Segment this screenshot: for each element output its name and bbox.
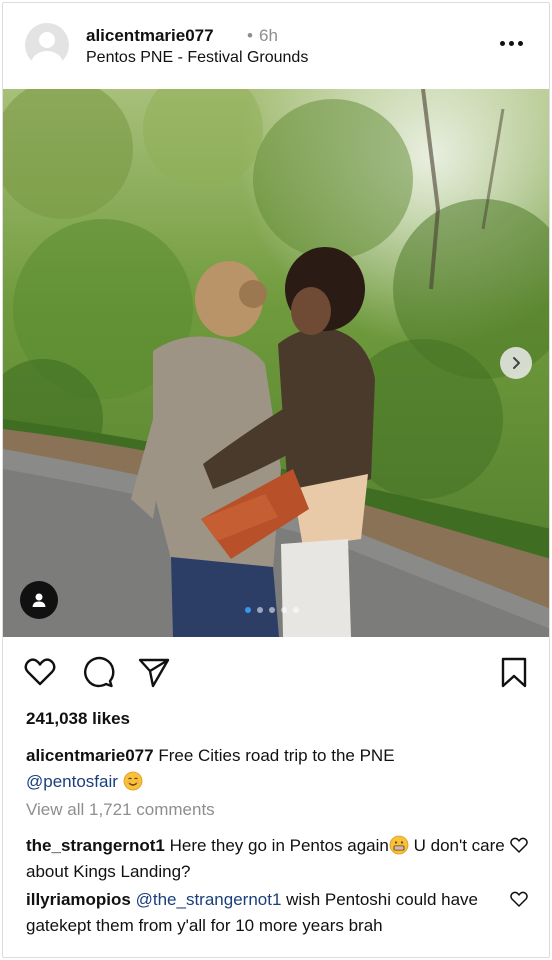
avatar-placeholder-body bbox=[31, 51, 63, 67]
comment-item: illyriamopios @the_strangernot1 wish Pen… bbox=[26, 887, 511, 939]
like-count[interactable]: 241,038 likes bbox=[26, 709, 130, 729]
comment-text: Here they go in Pentos again bbox=[169, 836, 389, 855]
view-all-comments-link[interactable]: View all 1,721 comments bbox=[26, 800, 215, 820]
header-separator: • bbox=[247, 26, 253, 45]
caption-username[interactable]: alicentmarie077 bbox=[26, 746, 154, 765]
more-horizontal-icon[interactable] bbox=[499, 33, 525, 53]
user-tag-button[interactable] bbox=[20, 581, 58, 619]
post-header: alicentmarie077 • 6h Pentos PNE - Festiv… bbox=[3, 3, 549, 89]
send-icon[interactable] bbox=[137, 655, 171, 689]
heart-icon[interactable] bbox=[23, 655, 57, 689]
post-caption: alicentmarie077 Free Cities road trip to… bbox=[26, 743, 526, 795]
comment-heart-icon[interactable] bbox=[509, 835, 529, 855]
comment-item: the_strangernot1 Here they go in Pentos … bbox=[26, 833, 511, 885]
photo-illustration bbox=[3, 89, 549, 637]
carousel-dot bbox=[257, 607, 263, 613]
grimacing-face-emoji bbox=[389, 835, 409, 855]
comment-heart-icon[interactable] bbox=[509, 889, 529, 909]
post-location[interactable]: Pentos PNE - Festival Grounds bbox=[86, 49, 308, 67]
comment-username[interactable]: illyriamopios bbox=[26, 890, 131, 909]
carousel-dot bbox=[281, 607, 287, 613]
carousel-dot bbox=[245, 607, 251, 613]
post-time: 6h bbox=[259, 26, 278, 45]
post-card: alicentmarie077 • 6h Pentos PNE - Festiv… bbox=[2, 2, 550, 958]
carousel-dot bbox=[269, 607, 275, 613]
carousel-dot bbox=[293, 607, 299, 613]
post-photo[interactable] bbox=[3, 89, 549, 637]
comment-icon[interactable] bbox=[81, 655, 115, 689]
post-username[interactable]: alicentmarie077 bbox=[86, 26, 214, 46]
user-tag-icon bbox=[32, 593, 46, 607]
avatar[interactable] bbox=[25, 23, 69, 67]
carousel-next-button[interactable] bbox=[500, 347, 532, 379]
smiling-face-emoji bbox=[123, 771, 143, 791]
bookmark-icon[interactable] bbox=[497, 655, 531, 689]
comment-username[interactable]: the_strangernot1 bbox=[26, 836, 165, 855]
avatar-placeholder-head bbox=[39, 32, 55, 48]
caption-mention[interactable]: @pentosfair bbox=[26, 772, 118, 791]
comment-mention[interactable]: @the_strangernot1 bbox=[136, 890, 282, 909]
carousel-indicator bbox=[245, 607, 299, 615]
action-bar bbox=[3, 649, 549, 693]
caption-text: Free Cities road trip to the PNE bbox=[158, 746, 395, 765]
chevron-right-icon bbox=[513, 357, 520, 369]
